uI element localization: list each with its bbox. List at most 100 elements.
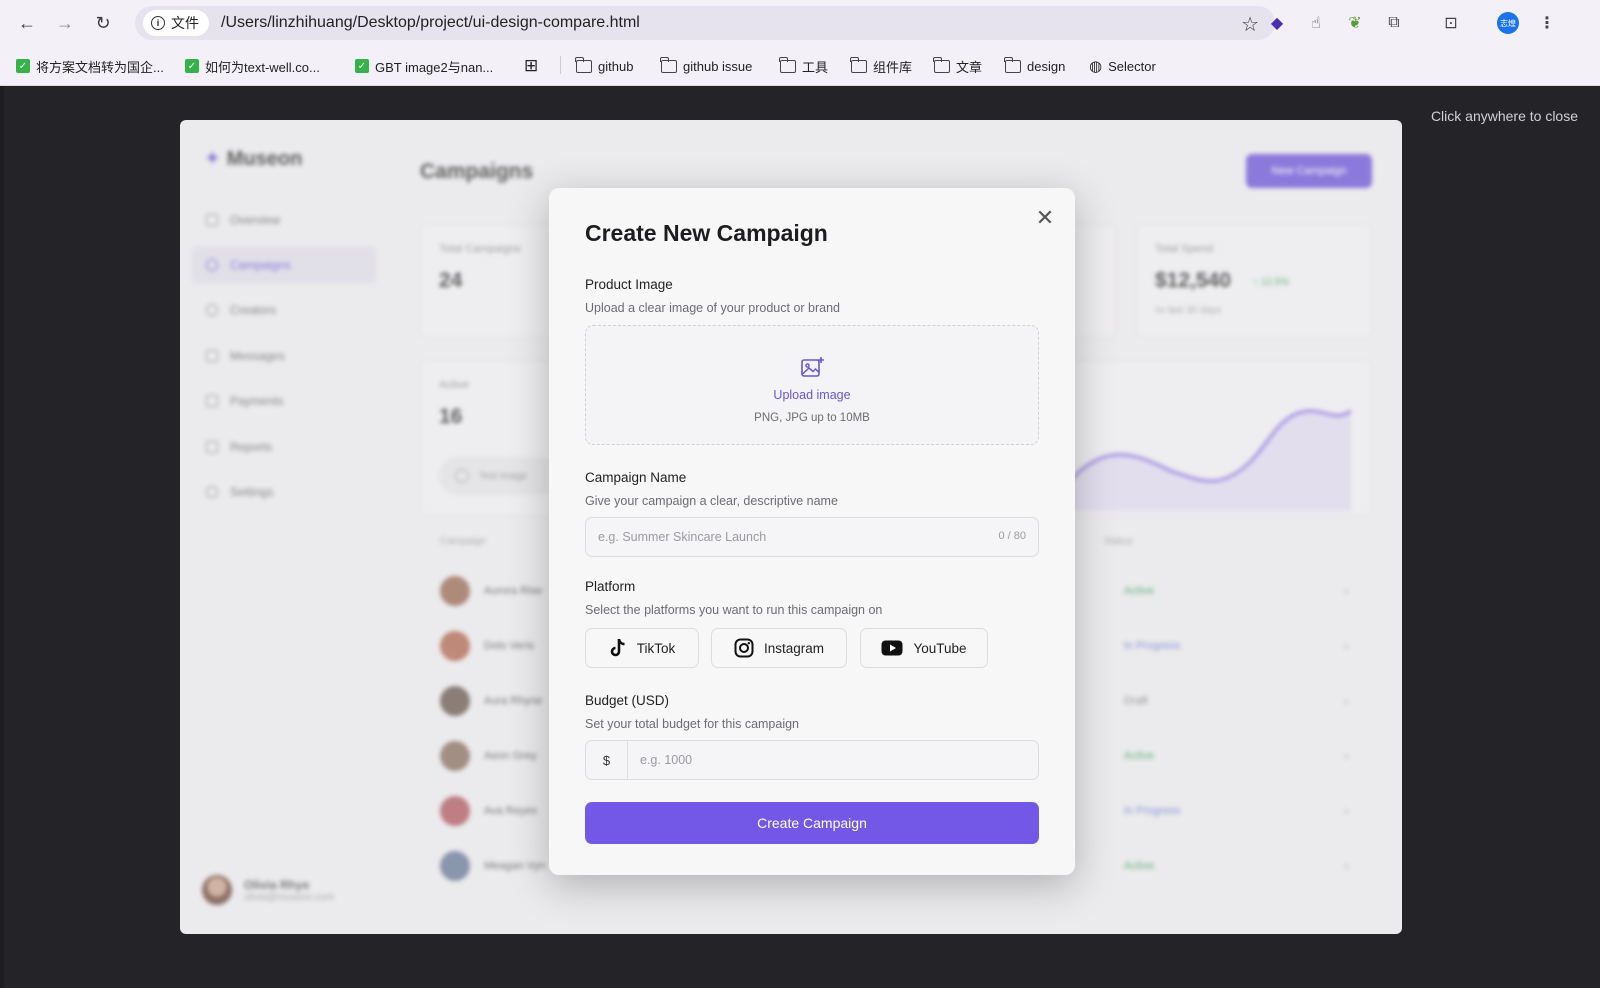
bookmark-label: 组件库	[873, 59, 913, 75]
avatar	[202, 875, 232, 905]
chevron-right-icon: ›	[1344, 749, 1348, 763]
budget-input[interactable]	[640, 741, 1020, 779]
folder-icon	[933, 56, 950, 73]
bookmark-item[interactable]: ◍ Selector	[1089, 56, 1156, 76]
status-badge: In Progress	[1124, 805, 1181, 817]
extension-diamond-icon[interactable]: ◆	[1265, 11, 1289, 35]
budget-field[interactable]: $	[585, 740, 1039, 780]
avatar	[440, 796, 470, 826]
avatar	[440, 576, 470, 606]
youtube-icon	[881, 640, 903, 656]
chevron-right-icon: ›	[1344, 584, 1348, 598]
bookmark-item[interactable]: ✓ GBT image2与nan...	[355, 56, 493, 76]
apps-grid-icon[interactable]: ⊞	[524, 56, 538, 76]
sidebar-item-creators[interactable]: Creators	[192, 292, 376, 328]
browser-toolbar: ← → ↻ i 文件 /Users/linzhihuang/Desktop/pr…	[0, 0, 1600, 46]
extensions-puzzle-icon[interactable]: ⧉	[1382, 11, 1406, 35]
checkbox-icon: ✓	[185, 59, 199, 73]
platform-help: Select the platforms you want to run thi…	[585, 603, 883, 617]
sidebar-label: Campaigns	[230, 258, 291, 272]
close-icon[interactable]: ✕	[1035, 207, 1055, 229]
sidebar-item-campaigns[interactable]: Campaigns	[192, 247, 376, 283]
bookmarks-bar: ✓ 将方案文档转为国企... ✓ 如何为text-well.co... ✓ GB…	[0, 50, 1600, 80]
campaign-name-label: Campaign Name	[585, 470, 687, 485]
currency-prefix: $	[586, 741, 628, 779]
platform-youtube-button[interactable]: YouTube	[860, 628, 988, 668]
reload-icon[interactable]: ↻	[90, 10, 116, 36]
tiktok-icon	[610, 639, 625, 657]
campaign-name-field[interactable]: 0 / 80	[585, 517, 1039, 557]
sidebar-item-overview[interactable]: Overview	[192, 202, 376, 238]
sidebar-item-reports[interactable]: Reports	[192, 429, 376, 465]
image-plus-icon	[801, 357, 824, 377]
brand-name: Museon	[226, 148, 303, 170]
stat-card-spend: Total Spend $12,540 ↑ 12.5% vs last 30 d…	[1136, 224, 1372, 338]
sidebar-label: Creators	[230, 303, 277, 317]
bookmark-star-icon[interactable]: ☆	[1241, 12, 1259, 37]
users-icon	[206, 304, 218, 316]
avatar	[440, 686, 470, 716]
platform-tiktok-button[interactable]: TikTok	[585, 628, 699, 668]
upload-image-link[interactable]: Upload image	[586, 388, 1038, 402]
page-title: Campaigns	[420, 160, 534, 183]
folder-icon	[575, 56, 592, 73]
chart-icon	[206, 441, 218, 453]
sidebar-label: Messages	[230, 349, 285, 363]
checkbox-icon: ✓	[355, 59, 369, 73]
stat-value: 24	[439, 269, 463, 292]
bookmark-folder[interactable]: github	[575, 56, 633, 76]
site-info-chip[interactable]: i 文件	[143, 10, 209, 36]
bookmark-item[interactable]: ✓ 将方案文档转为国企...	[16, 56, 164, 76]
address-bar[interactable]: i 文件 /Users/linzhihuang/Desktop/project/…	[135, 6, 1275, 40]
profile-text: Olivia Rhye olivia@museon.com	[244, 878, 334, 903]
folder-icon	[850, 56, 867, 73]
tab-search-icon[interactable]: ⊡	[1439, 11, 1463, 35]
bookmark-folder[interactable]: github issue	[660, 56, 753, 76]
bookmark-folder[interactable]: 组件库	[850, 56, 913, 76]
sidebar-item-messages[interactable]: Messages	[192, 338, 376, 374]
bookmark-folder[interactable]: 工具	[779, 56, 828, 76]
status-badge: Draft	[1124, 695, 1148, 707]
campaign-name-input[interactable]	[598, 518, 978, 556]
bookmarks-divider	[560, 56, 561, 74]
table-header-campaign: Campaign	[440, 536, 486, 547]
sidebar-item-settings[interactable]: Settings	[192, 474, 376, 510]
status-badge: Active	[1124, 750, 1154, 762]
clock-icon	[455, 469, 469, 483]
test-image-chip: Test image	[439, 457, 559, 495]
new-campaign-button[interactable]: New Campaign	[1246, 154, 1372, 188]
bookmark-label: github issue	[683, 58, 753, 74]
spend-trend-line	[1061, 409, 1352, 511]
forward-icon[interactable]: →	[52, 10, 78, 36]
bookmark-folder[interactable]: design	[1004, 56, 1065, 76]
user-profile[interactable]: Olivia Rhye olivia@museon.com	[202, 875, 334, 905]
page-viewport[interactable]: Click anywhere to close ✦ Museon Overview…	[4, 86, 1600, 988]
chevron-right-icon: ›	[1344, 859, 1348, 873]
target-icon	[206, 259, 218, 271]
profile-badge: 志煌	[1497, 12, 1519, 34]
bookmark-folder[interactable]: 文章	[933, 56, 983, 76]
bookmark-label: GBT image2与nan...	[375, 59, 494, 75]
platform-instagram-button[interactable]: Instagram	[711, 628, 847, 668]
url-text[interactable]: /Users/linzhihuang/Desktop/project/ui-de…	[221, 14, 640, 32]
site-info-label: 文件	[171, 15, 199, 31]
bookmark-label: 将方案文档转为国企...	[36, 59, 164, 75]
extension-hand-icon[interactable]: ☝	[1304, 11, 1328, 35]
sidebar-item-payments[interactable]: Payments	[192, 383, 376, 419]
close-hint[interactable]: Click anywhere to close	[1431, 108, 1578, 124]
bookmark-label: 文章	[956, 59, 983, 75]
bookmark-item[interactable]: ✓ 如何为text-well.co...	[185, 56, 320, 76]
extension-leaf-icon[interactable]: ❦	[1343, 11, 1367, 35]
budget-help: Set your total budget for this campaign	[585, 717, 800, 731]
image-upload-dropzone[interactable]: Upload image PNG, JPG up to 10MB	[585, 325, 1039, 445]
create-campaign-button[interactable]: Create Campaign	[585, 802, 1039, 844]
status-badge: In Progress	[1124, 640, 1181, 652]
back-icon[interactable]: ←	[14, 10, 40, 36]
status-badge: Active	[1124, 585, 1154, 597]
sparkle-icon: ✦	[204, 148, 221, 170]
profile-avatar[interactable]: 志煌	[1496, 11, 1520, 35]
platform-label-text: YouTube	[913, 640, 967, 656]
avatar	[440, 741, 470, 771]
create-campaign-modal: ✕ Create New Campaign Product Image Uplo…	[549, 188, 1075, 875]
browser-menu-icon[interactable]: ⋮	[1535, 11, 1559, 35]
